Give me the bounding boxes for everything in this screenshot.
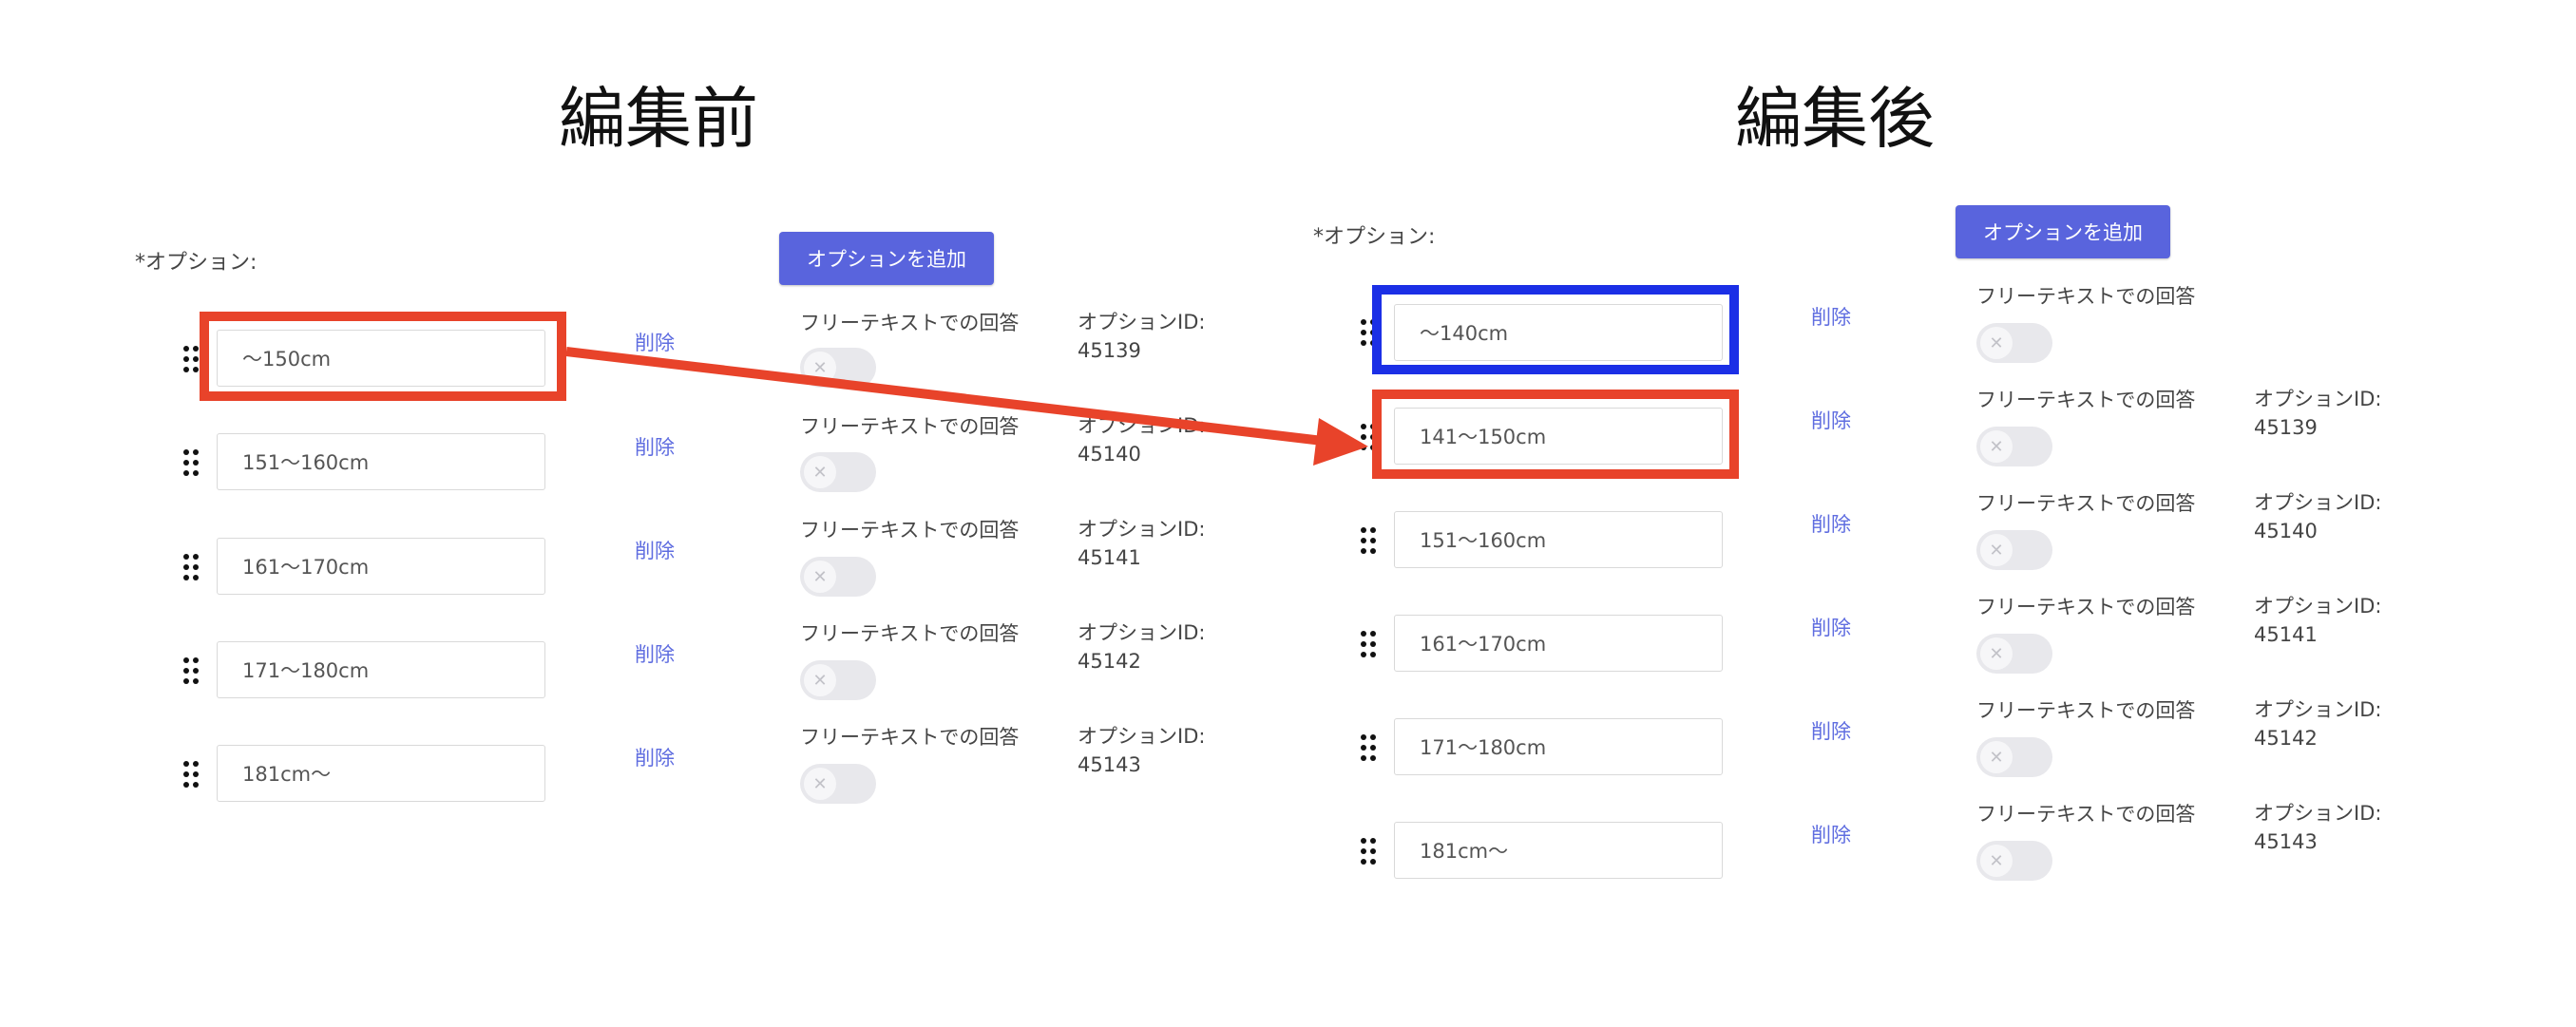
arrow-icon xyxy=(565,347,1368,466)
